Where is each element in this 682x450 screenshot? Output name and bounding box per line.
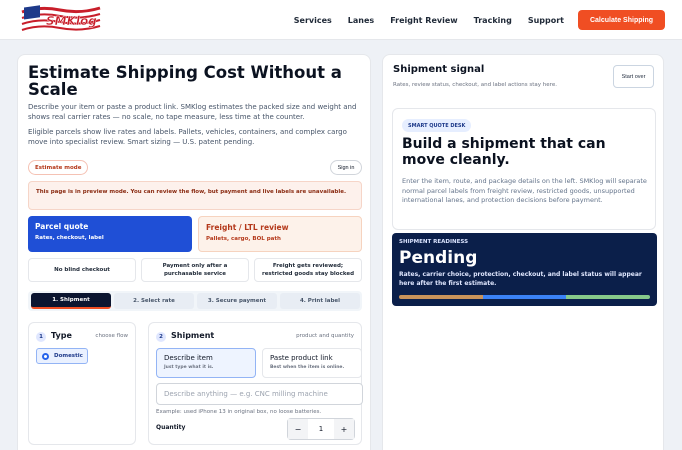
mode-row: Estimate mode Sign in — [28, 160, 362, 176]
readiness-progress-bar — [399, 295, 650, 299]
signal-title: Shipment signal — [393, 64, 485, 75]
increment-button[interactable]: + — [334, 419, 354, 439]
shipment-signal-panel: Shipment signal Rates, review status, ch… — [382, 54, 664, 450]
paste-link-subtitle: Best when the item is online. — [270, 365, 345, 370]
readiness-status: Pending — [399, 248, 478, 268]
bar-segment-2 — [482, 295, 567, 299]
step-secure-payment[interactable]: 3. Secure payment — [197, 293, 277, 309]
nav-support[interactable]: Support — [528, 16, 564, 25]
signal-subtitle: Rates, review status, checkout, and labe… — [393, 82, 557, 88]
shipment-readiness-card: SHIPMENT READINESS Pending Rates, carrie… — [392, 233, 657, 306]
freight-review-option[interactable]: Freight / LTL review Pallets, cargo, BOL… — [198, 216, 362, 252]
quantity-stepper: − 1 + — [287, 418, 355, 440]
estimate-card: Estimate Shipping Cost Without a Scale D… — [17, 54, 371, 450]
domestic-option[interactable]: Domestic — [36, 348, 88, 364]
quantity-label: Quantity — [156, 424, 186, 431]
parcel-quote-subtitle: Rates, checkout, label — [35, 235, 104, 241]
type-step-number: 1 — [36, 332, 46, 342]
smklog-logo[interactable]: SMKlog — [20, 4, 102, 36]
radio-selected-icon — [42, 352, 49, 360]
preview-notice: This page is in preview mode. You can re… — [28, 181, 362, 210]
main-nav: Services Lanes Freight Review Tracking S… — [294, 0, 564, 40]
checkout-steps: 1. Shipment 2. Select rate 3. Secure pay… — [28, 291, 362, 311]
smart-quote-body: Enter the item, route, and package detai… — [402, 177, 647, 204]
parcel-quote-option[interactable]: Parcel quote Rates, checkout, label — [28, 216, 192, 252]
readiness-body: Rates, carrier choice, protection, check… — [399, 271, 642, 287]
shipment-section-title: Shipment — [171, 331, 215, 340]
step-print-label[interactable]: 4. Print label — [280, 293, 360, 309]
nav-tracking[interactable]: Tracking — [474, 16, 512, 25]
estimate-mode-badge: Estimate mode — [28, 160, 89, 175]
describe-item-title: Describe item — [164, 354, 213, 362]
smart-quote-desk-card: SMART QUOTE DESK Build a shipment that c… — [392, 108, 656, 230]
smart-quote-heading: Build a shipment that can move cleanly. — [402, 136, 606, 168]
top-header: SMKlog Services Lanes Freight Review Tra… — [0, 0, 682, 40]
step-select-rate[interactable]: 2. Select rate — [114, 293, 194, 309]
start-over-button[interactable]: Start over — [613, 65, 654, 88]
smart-quote-desk-badge: SMART QUOTE DESK — [402, 119, 472, 132]
bar-segment-3 — [566, 295, 650, 299]
nav-lanes[interactable]: Lanes — [348, 16, 374, 25]
quantity-value[interactable]: 1 — [308, 419, 334, 439]
feature-no-blind-checkout: No blind checkout — [28, 258, 136, 282]
sign-in-button[interactable]: Sign in — [330, 160, 362, 175]
description-example: Example: used iPhone 13 in original box,… — [156, 409, 322, 415]
describe-item-option[interactable]: Describe item Just type what it is. — [156, 348, 256, 378]
bar-segment-1 — [399, 295, 483, 299]
step-shipment[interactable]: 1. Shipment — [31, 293, 111, 309]
type-section: 1 Type choose flow Domestic — [28, 322, 136, 445]
type-section-hint: choose flow — [95, 333, 128, 339]
eligibility-description: Eligible parcels show live rates and lab… — [28, 128, 347, 146]
decrement-button[interactable]: − — [288, 419, 308, 439]
nav-freight-review[interactable]: Freight Review — [390, 16, 457, 25]
calculate-shipping-button[interactable]: Calculate Shipping — [578, 10, 665, 30]
page-title: Estimate Shipping Cost Without a Scale — [28, 63, 342, 99]
parcel-quote-title: Parcel quote — [35, 222, 89, 231]
freight-review-title: Freight / LTL review — [206, 223, 289, 232]
type-section-title: Type — [51, 331, 72, 340]
describe-item-subtitle: Just type what it is. — [164, 365, 214, 370]
feature-freight-reviewed: Freight gets reviewed; restricted goods … — [254, 258, 362, 282]
shipment-section: 2 Shipment product and quantity Describe… — [148, 322, 363, 445]
paste-link-option[interactable]: Paste product link Best when the item is… — [262, 348, 362, 378]
readiness-label: SHIPMENT READINESS — [399, 239, 469, 245]
domestic-label: Domestic — [54, 353, 83, 359]
paste-link-title: Paste product link — [270, 354, 333, 362]
freight-review-subtitle: Pallets, cargo, BOL path — [206, 236, 281, 242]
feature-payment-after-service: Payment only after a purchasable service — [141, 258, 249, 282]
item-description-input[interactable] — [156, 383, 363, 405]
svg-text:SMKlog: SMKlog — [46, 14, 97, 28]
shipment-step-number: 2 — [156, 332, 166, 342]
intro-description: Describe your item or paste a product li… — [28, 103, 357, 121]
nav-services[interactable]: Services — [294, 16, 332, 25]
shipment-section-hint: product and quantity — [296, 333, 354, 339]
